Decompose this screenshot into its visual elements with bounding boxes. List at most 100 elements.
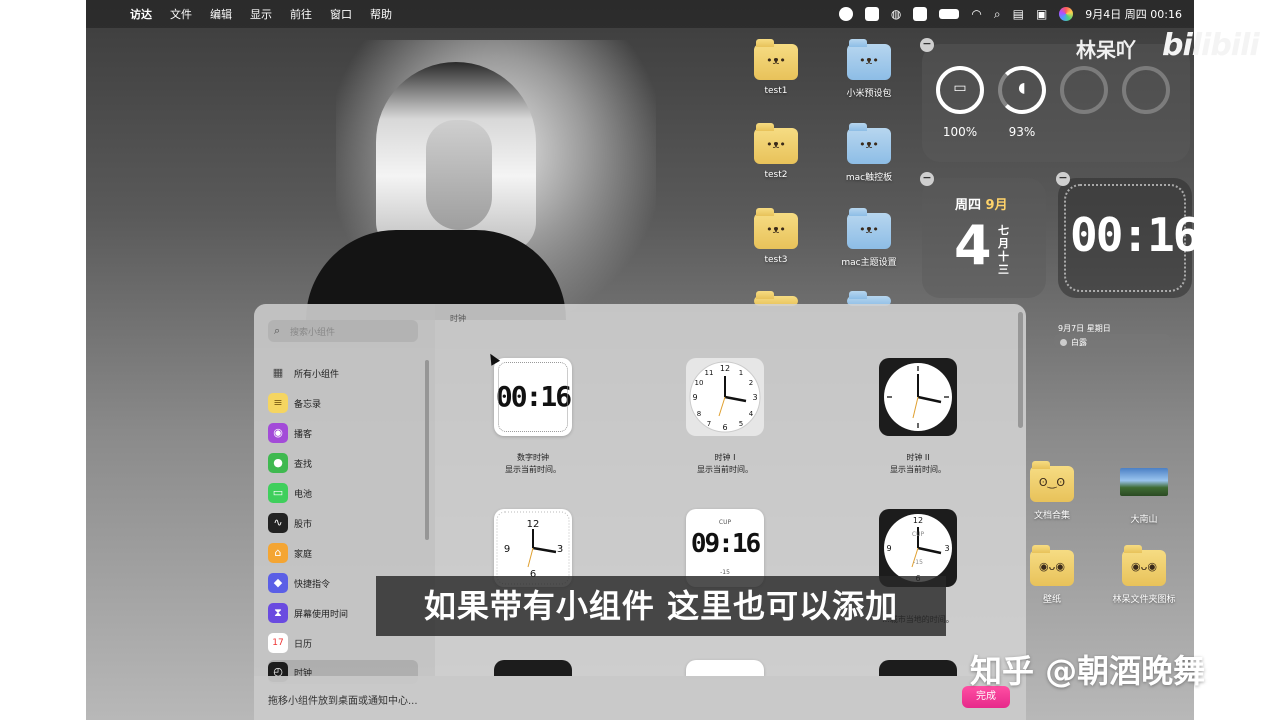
remove-widget-icon[interactable]: − bbox=[920, 38, 934, 52]
calendar-event: 白露 bbox=[1060, 337, 1087, 348]
lunar-char: 十 bbox=[998, 250, 1009, 263]
digital-clock-preview: 00:16 bbox=[495, 380, 572, 413]
shortcuts-icon: ◆ bbox=[268, 573, 288, 593]
home-icon: ⌂ bbox=[268, 543, 288, 563]
battery-icon: ▭ bbox=[268, 483, 288, 503]
desktop-folder-theme[interactable]: •ᴥ• mac主题设置 bbox=[829, 208, 909, 268]
wifi-icon[interactable]: ◠ bbox=[971, 7, 981, 21]
menubar-clock[interactable]: 9月4日 周四 00:16 bbox=[1085, 6, 1182, 22]
calendar-upcoming-date: 9月7日 星期日 bbox=[1058, 324, 1111, 333]
calendar-event-row[interactable]: 白露 bbox=[1054, 334, 1170, 348]
svg-text:10: 10 bbox=[695, 379, 704, 387]
tile-name: 时钟 II bbox=[906, 453, 930, 462]
desktop-folder-test2[interactable]: •ᴥ• test2 bbox=[736, 123, 816, 180]
world-clock-offset: -15 bbox=[913, 559, 923, 566]
analog-clock-face-icon: 12 3 6 9 1 2 4 5 7 8 10 11 bbox=[689, 361, 761, 433]
widget-search-input[interactable]: ⌕ 搜索小组件 bbox=[268, 320, 418, 342]
digital-clock-widget[interactable]: 00:16 bbox=[1058, 178, 1194, 298]
sidebar-item-label: 所有小组件 bbox=[294, 369, 340, 380]
menu-file[interactable]: 文件 bbox=[170, 6, 192, 22]
sidebar-item-label: 播客 bbox=[294, 429, 313, 440]
wechat-icon[interactable]: ◍ bbox=[891, 7, 901, 21]
empty-battery-ring bbox=[1060, 66, 1108, 114]
desktop-folder-trackpad[interactable]: •ᴥ• mac触控板 bbox=[829, 123, 909, 183]
desktop-photo-dananshan[interactable]: 大南山 bbox=[1104, 460, 1184, 525]
widget-tile-partial[interactable] bbox=[686, 660, 764, 676]
svg-text:5: 5 bbox=[739, 420, 743, 428]
svg-text:11: 11 bbox=[705, 369, 714, 377]
tile-name: 时钟 I bbox=[714, 453, 736, 462]
photo-thumbnail bbox=[1120, 468, 1168, 496]
menu-help[interactable]: 帮助 bbox=[370, 6, 392, 22]
widget-tile-digital-clock[interactable]: 00:16 bbox=[494, 358, 572, 436]
siri-icon[interactable] bbox=[1059, 7, 1074, 21]
desktop-folder-xiaomi[interactable]: •ᴥ• 小米预设包 bbox=[829, 39, 909, 99]
folder-icon: ◉ᴗ◉ bbox=[1030, 545, 1074, 586]
gallery-footer: 拖移小组件放到桌面或通知中心... 完成 bbox=[254, 676, 1026, 720]
world-clock-offset: -15 bbox=[720, 569, 730, 576]
sidebar-item-podcasts[interactable]: ◉ 播客 bbox=[268, 421, 418, 445]
svg-text:2: 2 bbox=[749, 379, 753, 387]
empty-battery-ring bbox=[1122, 66, 1170, 114]
control-center-icon[interactable]: ▣ bbox=[1036, 7, 1047, 21]
widget-tile-partial[interactable] bbox=[879, 660, 957, 676]
menu-window[interactable]: 窗口 bbox=[330, 6, 352, 22]
display-icon[interactable]: ▤ bbox=[1013, 7, 1024, 21]
wps-icon[interactable] bbox=[864, 7, 879, 21]
svg-text:1: 1 bbox=[739, 369, 743, 377]
gallery-scrollbar[interactable] bbox=[1018, 312, 1023, 428]
widget-tile-clock-1[interactable]: 12 3 6 9 1 2 4 5 7 8 10 11 bbox=[686, 358, 764, 436]
sidebar-item-label: 家庭 bbox=[294, 549, 313, 560]
desktop-folder-icons[interactable]: ◉ᴗ◉ 林呆文件夹图标 bbox=[1104, 545, 1184, 605]
widget-tile-clock-2[interactable] bbox=[879, 358, 957, 436]
date-weekday: 周四 9月 bbox=[955, 194, 1008, 213]
laptop-battery-percent: 100% bbox=[942, 125, 978, 139]
tile-caption: 时钟 II 显示当前时间。 bbox=[848, 452, 988, 476]
desktop-folder-test3[interactable]: •ᴥ• test3 bbox=[736, 208, 816, 265]
menu-view[interactable]: 显示 bbox=[250, 6, 272, 22]
sidebar-item-notes[interactable]: ≡ 备忘录 bbox=[268, 391, 418, 415]
folder-icon: •ᴥ• bbox=[847, 39, 891, 80]
zhihu-watermark: 知乎 @朝酒晚舞 bbox=[970, 652, 1206, 690]
laptop-icon: ▭ bbox=[953, 80, 967, 96]
sidebar-item-stocks[interactable]: ∿ 股市 bbox=[268, 511, 418, 535]
tile-desc: 显示当前时间。 bbox=[505, 465, 561, 474]
menu-edit[interactable]: 编辑 bbox=[210, 6, 232, 22]
lunar-char: 七 bbox=[998, 224, 1009, 237]
record-icon[interactable] bbox=[838, 7, 853, 21]
battery-status-icon[interactable] bbox=[939, 9, 960, 19]
screen-time-icon: ⧗ bbox=[268, 603, 288, 623]
svg-text:12: 12 bbox=[913, 516, 923, 525]
date-widget[interactable]: 周四 9月 4 七 月 十 三 bbox=[922, 178, 1046, 298]
find-my-icon: ● bbox=[268, 453, 288, 473]
uploader-watermark: 林呆吖 bbox=[1076, 38, 1136, 62]
sidebar-item-battery[interactable]: ▭ 电池 bbox=[268, 481, 418, 505]
battery-widget[interactable]: ▭ ◖ 100% 93% bbox=[922, 44, 1190, 162]
lunar-char: 三 bbox=[998, 263, 1009, 276]
widget-tile-partial[interactable] bbox=[494, 660, 572, 676]
menu-go[interactable]: 前往 bbox=[290, 6, 312, 22]
remove-widget-icon[interactable]: − bbox=[920, 172, 934, 186]
remove-widget-icon[interactable]: − bbox=[1056, 172, 1070, 186]
desktop-folder-test1[interactable]: •ᴥ• test1 bbox=[736, 39, 816, 96]
sidebar-item-find-my[interactable]: ● 查找 bbox=[268, 451, 418, 475]
tile-name: 数字时钟 bbox=[517, 453, 549, 462]
widget-gallery: ⌕ 搜索小组件 ▦ 所有小组件 ≡ 备忘录 ◉ 播客 ● 查找 ▭ 电池 ∿ 股… bbox=[254, 304, 1026, 720]
wallpaper-portrait-face bbox=[426, 120, 492, 230]
app-s-icon[interactable] bbox=[913, 7, 928, 21]
sidebar-item-all-widgets[interactable]: ▦ 所有小组件 bbox=[268, 361, 418, 385]
svg-text:9: 9 bbox=[504, 544, 510, 555]
notes-icon: ≡ bbox=[268, 393, 288, 413]
mouse-battery-ring: ◖ bbox=[998, 66, 1046, 114]
menu-bar: 访达 文件 编辑 显示 前往 窗口 帮助 ◍ ◠ ⌕ ▤ ▣ 9月4日 周四 0… bbox=[86, 0, 1194, 28]
tile-desc: 显示当前时间。 bbox=[697, 465, 753, 474]
svg-text:6: 6 bbox=[722, 423, 727, 432]
tile-caption: 数字时钟 显示当前时间。 bbox=[463, 452, 603, 476]
sidebar-item-home[interactable]: ⌂ 家庭 bbox=[268, 541, 418, 565]
event-title: 白露 bbox=[1071, 338, 1087, 347]
sidebar-item-label: 电池 bbox=[294, 489, 313, 500]
folder-label: mac主题设置 bbox=[841, 258, 897, 268]
sidebar-scrollbar[interactable] bbox=[425, 360, 429, 540]
menu-finder[interactable]: 访达 bbox=[130, 6, 152, 22]
spotlight-search-icon[interactable]: ⌕ bbox=[994, 7, 1001, 22]
